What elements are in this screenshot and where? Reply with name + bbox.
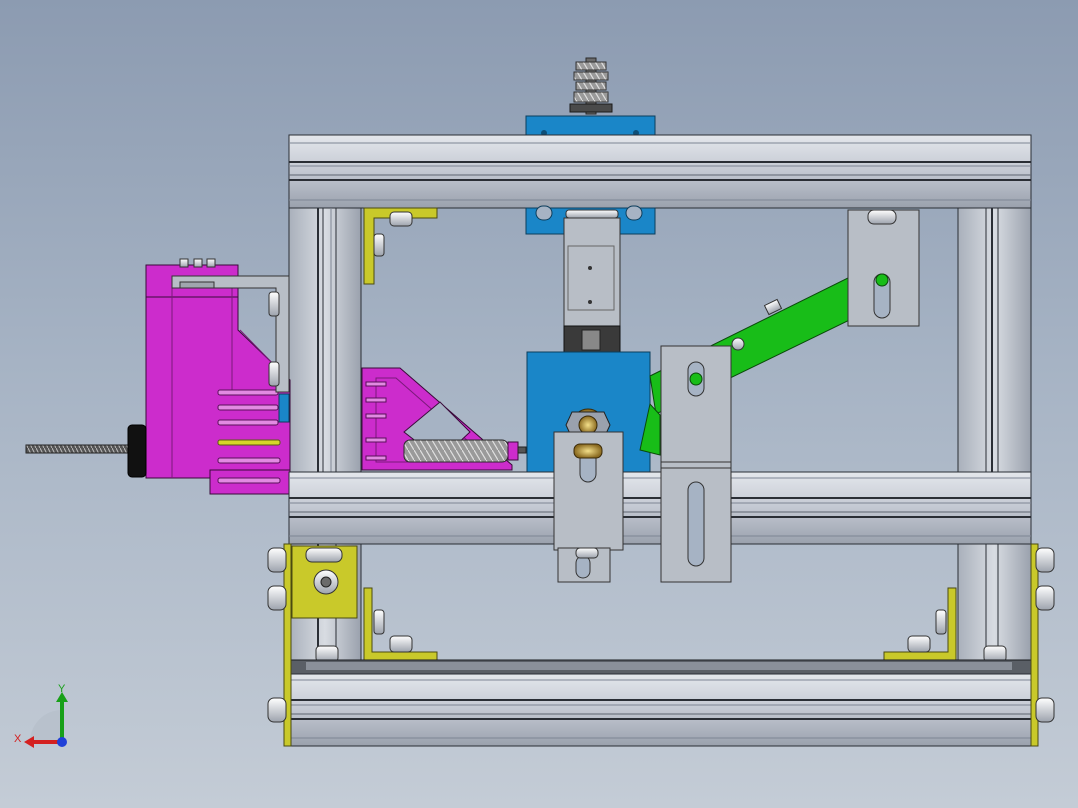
top-aluminum-profile[interactable] xyxy=(288,134,1032,209)
upper-right-plate[interactable] xyxy=(847,209,920,327)
vertical-slide-plate[interactable] xyxy=(563,217,621,353)
right-vertical-post[interactable] xyxy=(957,207,1032,473)
lead-screw[interactable] xyxy=(25,424,147,478)
triad-plane-icon xyxy=(30,710,62,742)
top-blue-block[interactable] xyxy=(525,115,656,137)
slotted-plate-left[interactable] xyxy=(553,431,624,583)
slotted-plate-right[interactable] xyxy=(660,345,732,583)
end-plate-right[interactable] xyxy=(1030,543,1055,747)
orientation-triad[interactable]: Y X xyxy=(10,684,80,754)
middle-aluminum-profile[interactable] xyxy=(288,471,1032,545)
y-axis-label: Y xyxy=(58,684,66,695)
x-axis-label: X xyxy=(14,733,22,745)
z-axis-dot-icon xyxy=(57,737,67,747)
graphics-viewport[interactable]: Y X xyxy=(0,0,1078,808)
spring-cylinder[interactable] xyxy=(403,439,527,463)
bottom-aluminum-profile[interactable] xyxy=(288,673,1032,747)
lower-right-post[interactable] xyxy=(957,543,1032,663)
assembly-model[interactable] xyxy=(0,0,1078,808)
end-plate-left[interactable] xyxy=(267,543,292,747)
base-plate[interactable] xyxy=(288,659,1032,675)
top-shaft-assembly[interactable] xyxy=(569,57,613,115)
motor-mount[interactable] xyxy=(145,258,291,495)
left-vertical-post[interactable] xyxy=(288,207,362,473)
bracket-top-left[interactable] xyxy=(363,207,438,285)
